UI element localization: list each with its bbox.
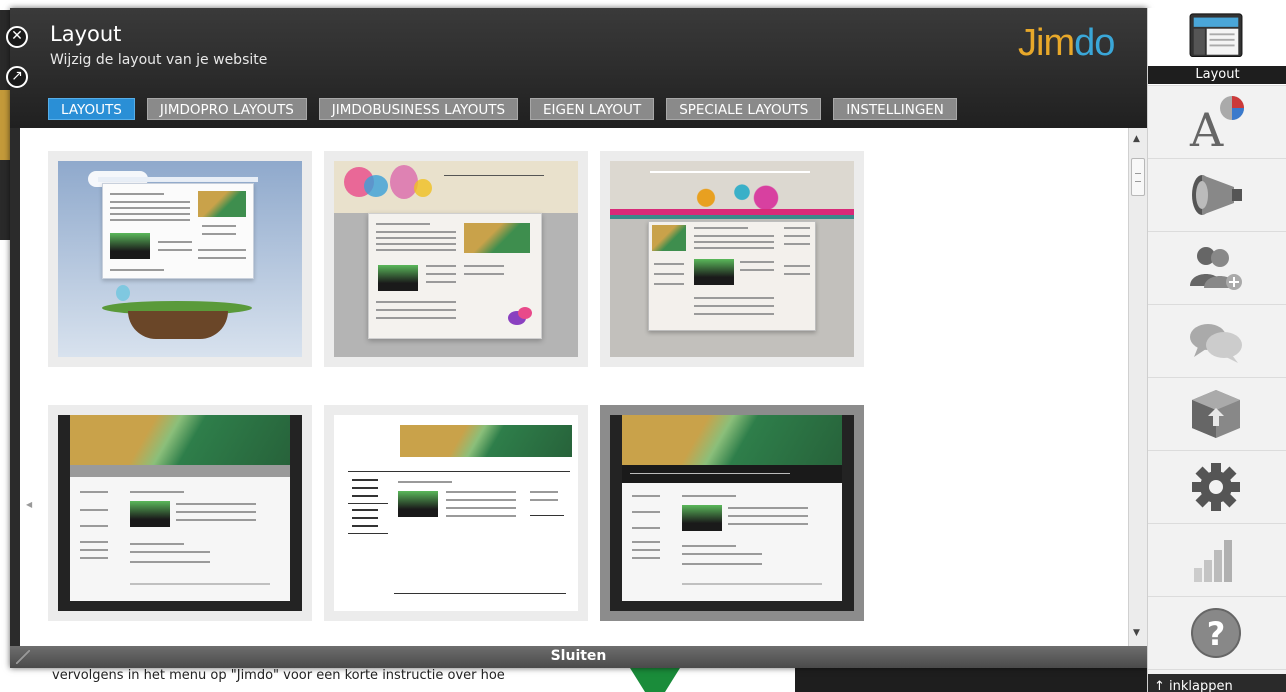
sidebar-item-promotion[interactable] — [1148, 159, 1286, 232]
layout-tile[interactable] — [48, 151, 312, 367]
scroll-down-icon[interactable]: ▼ — [1133, 628, 1140, 638]
gear-icon — [1192, 463, 1240, 511]
panel-header: ✕ ↗ Layout Wijzig de layout van je websi… — [6, 8, 1147, 128]
layout-tile[interactable] — [324, 151, 588, 367]
collapse-label: inklappen — [1169, 679, 1233, 692]
tab-jimdopro-layouts[interactable]: JIMDOPRO LAYOUTS — [146, 98, 307, 120]
sidebar-item-help[interactable]: ? — [1148, 597, 1286, 670]
layout-tile[interactable] — [48, 405, 312, 621]
statistics-icon — [1194, 540, 1232, 582]
scroll-thumb[interactable] — [1131, 158, 1145, 196]
layout-thumbnail — [58, 161, 302, 357]
sidebar-item-settings[interactable] — [1148, 451, 1286, 524]
jimdo-logo: Jimdo — [1018, 22, 1115, 64]
layout-thumbnail — [334, 161, 578, 357]
admin-sidebar: Layout A ? ↑ inklappen — [1147, 8, 1286, 692]
layout-tile-selected[interactable] — [600, 405, 864, 621]
sidebar-item-statistics[interactable] — [1148, 524, 1286, 597]
add-user-icon — [1190, 247, 1242, 290]
sidebar-item-users[interactable] — [1148, 232, 1286, 305]
background-dark-block — [795, 668, 1147, 692]
layout-tile[interactable] — [324, 405, 588, 621]
close-button[interactable]: Sluiten — [10, 648, 1147, 664]
tab-instellingen[interactable]: INSTELLINGEN — [833, 98, 957, 120]
layout-thumbnail — [610, 415, 854, 611]
left-arrow-icon[interactable]: ◀ — [26, 500, 32, 509]
package-icon — [1192, 390, 1240, 438]
help-icon: ? — [1191, 608, 1241, 658]
panel-footer: Sluiten — [10, 646, 1147, 668]
layout-icon — [1189, 13, 1243, 58]
tab-layouts[interactable]: LAYOUTS — [48, 98, 135, 120]
tab-eigen-layout[interactable]: EIGEN LAYOUT — [530, 98, 655, 120]
arrow-up-icon: ↑ — [1154, 679, 1170, 692]
maximize-panel-icon[interactable]: ↗ — [6, 66, 28, 88]
chat-bubbles-icon — [1190, 324, 1242, 363]
scrollbar[interactable]: ▲ ▼ — [1128, 128, 1147, 646]
megaphone-icon — [1192, 175, 1242, 215]
sidebar-item-comments[interactable] — [1148, 305, 1286, 378]
layout-tile[interactable] — [600, 151, 864, 367]
sidebar-item-label: Layout — [1148, 66, 1286, 84]
page-title: Layout — [50, 22, 122, 46]
layout-tabs: LAYOUTS JIMDOPRO LAYOUTS JIMDOBUSINESS L… — [48, 98, 957, 120]
background-text: vervolgens in het menu op "Jimdo" voor e… — [52, 668, 505, 683]
tab-speciale-layouts[interactable]: SPECIALE LAYOUTS — [666, 98, 822, 120]
tab-jimdobusiness-layouts[interactable]: JIMDOBUSINESS LAYOUTS — [318, 98, 519, 120]
svg-text:A: A — [1189, 103, 1224, 150]
scroll-up-icon[interactable]: ▲ — [1133, 134, 1140, 144]
sidebar-item-layout[interactable]: Layout — [1148, 8, 1286, 86]
layout-thumbnail — [334, 415, 578, 611]
sidebar-item-export[interactable] — [1148, 378, 1286, 451]
font-style-icon: A — [1189, 96, 1244, 150]
layout-thumbnail — [610, 161, 854, 357]
svg-text:?: ? — [1207, 615, 1226, 653]
layout-thumbnail — [58, 415, 302, 611]
close-panel-icon[interactable]: ✕ — [6, 26, 28, 48]
collapse-button[interactable]: ↑ inklappen — [1148, 674, 1286, 692]
page-subtitle: Wijzig de layout van je website — [50, 52, 268, 68]
sidebar-item-style[interactable]: A — [1148, 86, 1286, 159]
